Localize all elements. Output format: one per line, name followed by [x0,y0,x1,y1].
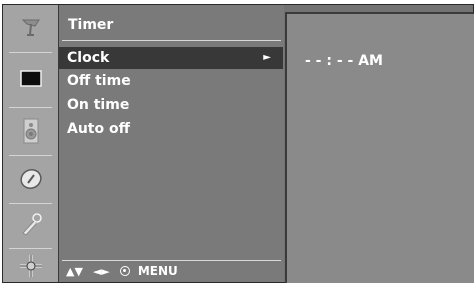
speaker-icon[interactable] [3,111,58,151]
menu-item-auto-off[interactable]: Auto off [59,118,283,140]
clock-icon[interactable] [3,159,58,199]
antenna-icon[interactable] [3,7,58,47]
nav-menu-label: MENU [137,264,178,278]
submenu-arrow-icon: ► [263,52,271,63]
menu-panel: Timer Clock ► Off time On time Auto off … [58,5,284,282]
menu-item-label: On time [67,97,130,113]
sidebar-divider [9,203,52,204]
menu-item-label: Clock [67,50,110,66]
menu-item-label: Auto off [67,121,130,137]
menu-item-off-time[interactable]: Off time [59,70,283,92]
menu-item-clock[interactable]: Clock ► [59,47,283,69]
left-right-arrows-icon: ◄► [92,264,110,278]
menu-title: Timer [68,17,114,33]
sidebar-divider [9,107,52,108]
nav-divider [62,260,281,261]
sidebar-divider [9,52,52,53]
ok-button-icon [119,266,130,276]
menu-item-label: Off time [67,73,131,89]
nav-hint-bar: ▲▼ ◄► MENU [66,264,178,278]
clock-subpanel: - - : - - AM [285,12,474,283]
picture-icon[interactable] [3,59,58,99]
clock-value[interactable]: - - : - - AM [305,53,383,69]
menu-item-on-time[interactable]: On time [59,94,283,116]
key-icon[interactable] [3,205,58,245]
settings-icon[interactable] [3,249,58,283]
sidebar [3,5,58,282]
up-down-arrows-icon: ▲▼ [66,264,83,278]
tv-osd-screen: Timer Clock ► Off time On time Auto off … [0,0,476,286]
sidebar-divider [9,155,52,156]
title-divider [62,40,281,41]
